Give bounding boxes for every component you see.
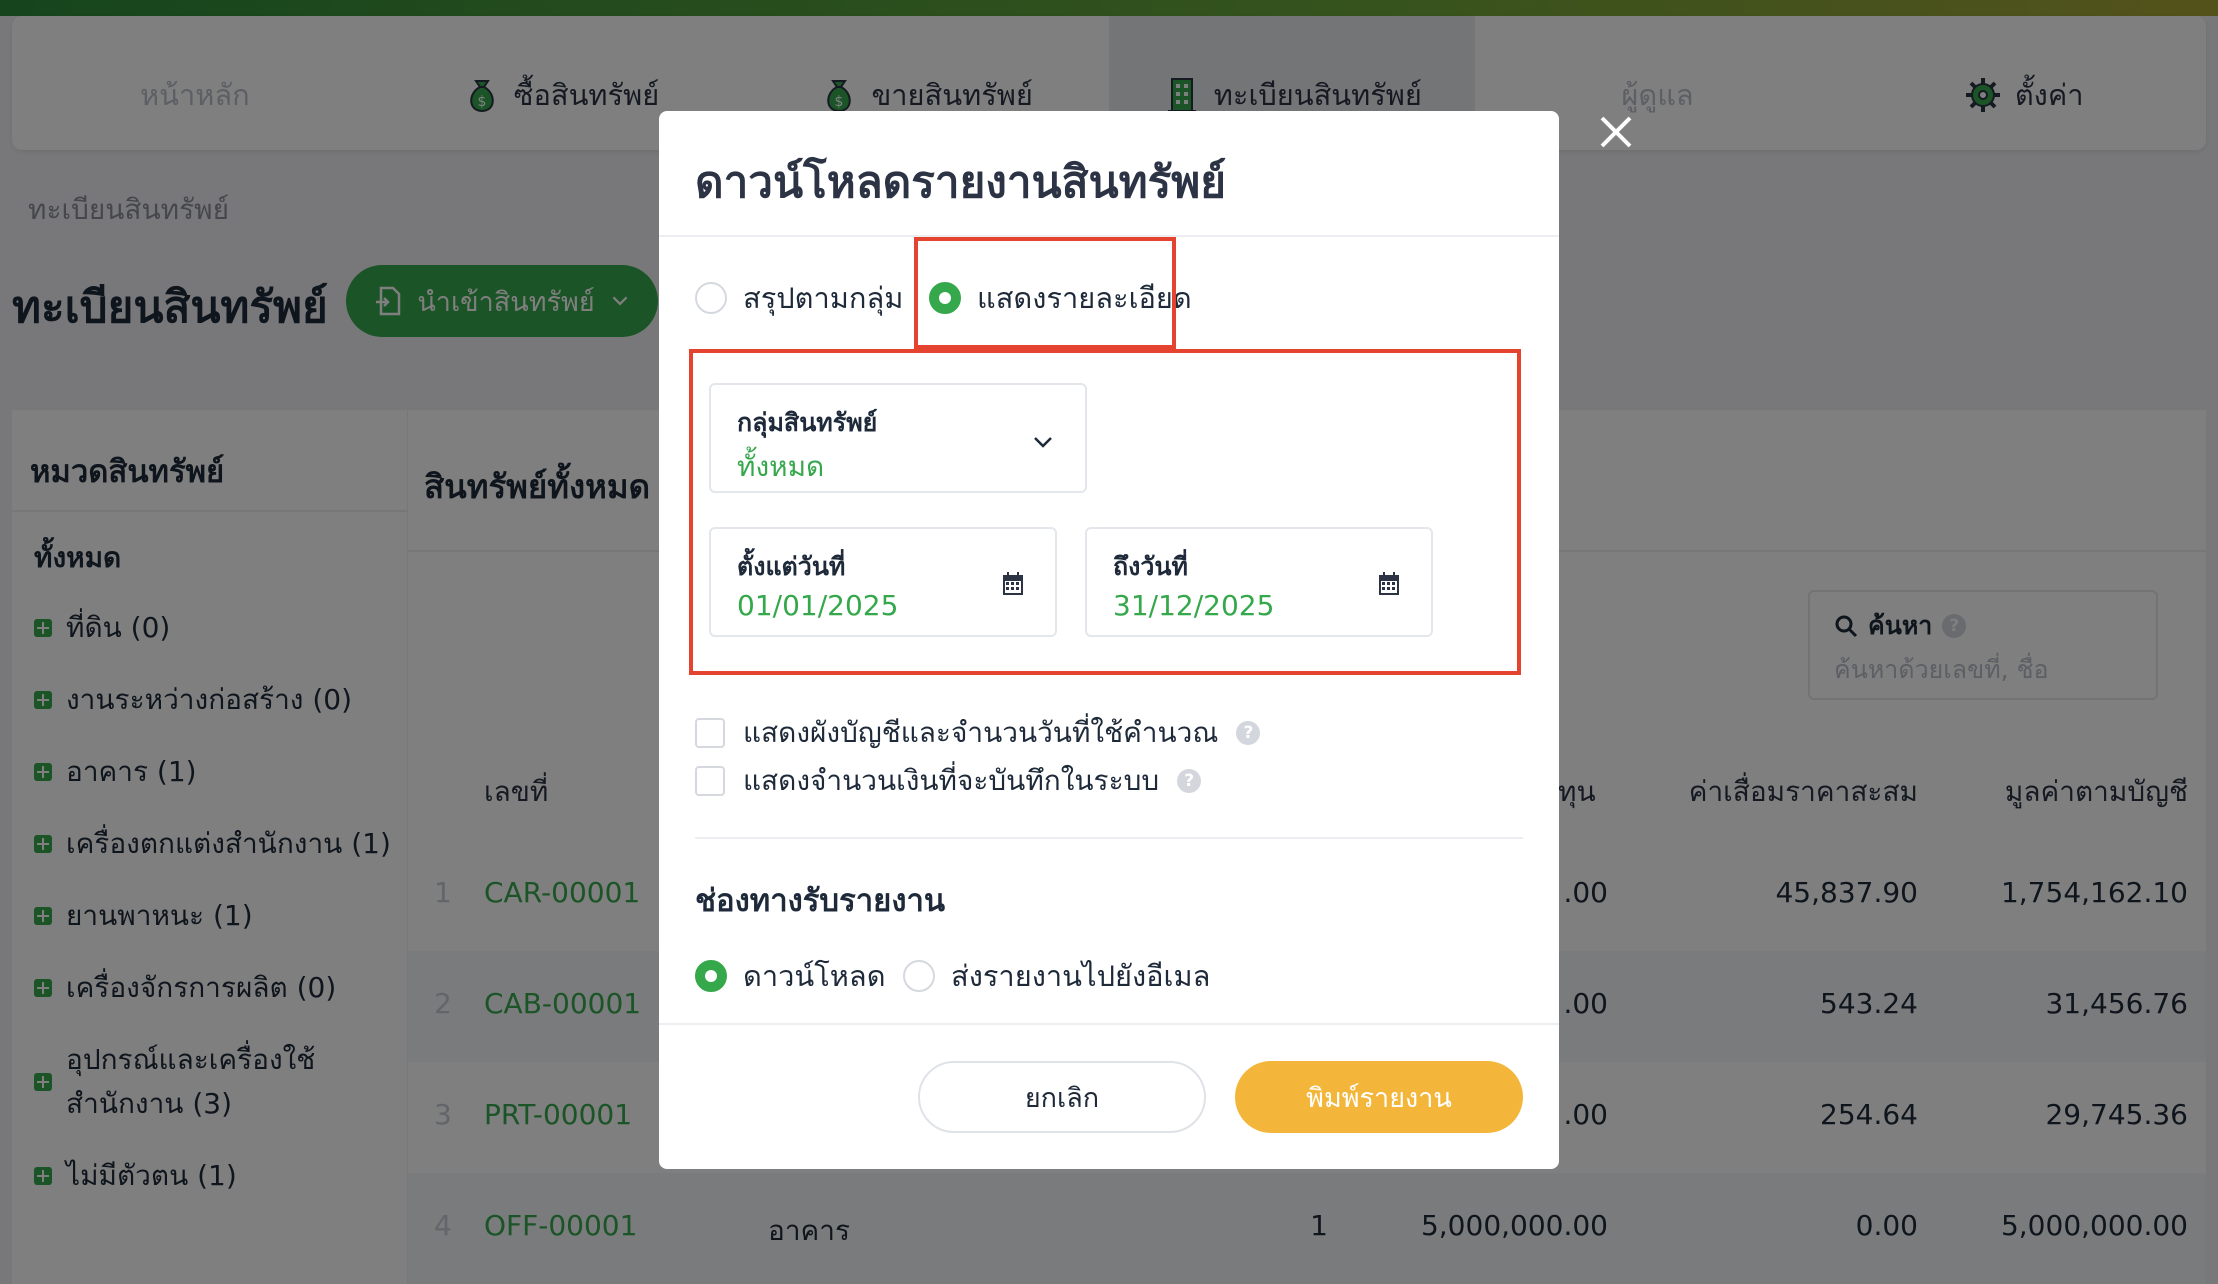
dialog-title: ดาวน์โหลดรายงานสินทรัพย์ [695, 157, 1226, 208]
radio-circle [695, 960, 727, 992]
radio-label: ดาวน์โหลด [743, 959, 886, 993]
divider [695, 837, 1523, 839]
field-value: ทั้งหมด [737, 450, 825, 483]
divider [659, 1023, 1559, 1025]
cancel-button[interactable]: ยกเลิก [918, 1061, 1206, 1133]
checkbox[interactable] [695, 766, 725, 796]
field-value: 31/12/2025 [1113, 589, 1275, 622]
checkbox-label: แสดงจำนวนเงินที่จะบันทึกในระบบ [743, 764, 1160, 797]
radio-label: สรุปตามกลุ่ม [743, 281, 904, 315]
close-icon[interactable] [1596, 112, 1636, 152]
field-value: 01/01/2025 [737, 589, 899, 622]
radio-circle [903, 960, 935, 992]
radio-download[interactable]: ดาวน์โหลด [695, 953, 886, 999]
date-from-field[interactable]: ตั้งแต่วันที่ 01/01/2025 [709, 527, 1057, 637]
checkbox-show-amount[interactable]: แสดงจำนวนเงินที่จะบันทึกในระบบ ? [695, 759, 1202, 803]
checkbox-label: แสดงผังบัญชีและจำนวนวันที่ใช้คำนวณ [743, 716, 1219, 749]
report-channel-title: ช่องทางรับรายงาน [695, 883, 946, 919]
download-report-dialog: ดาวน์โหลดรายงานสินทรัพย์ สรุปตามกลุ่ม แส… [659, 111, 1559, 1169]
print-report-button[interactable]: พิมพ์รายงาน [1235, 1061, 1523, 1133]
field-label: ถึงวันที่ [1113, 552, 1188, 581]
asset-group-select[interactable]: กลุ่มสินทรัพย์ ทั้งหมด [709, 383, 1087, 493]
help-icon[interactable]: ? [1177, 769, 1202, 793]
field-label: กลุ่มสินทรัพย์ [737, 408, 878, 437]
checkbox-show-chart-of-accounts[interactable]: แสดงผังบัญชีและจำนวนวันที่ใช้คำนวณ ? [695, 711, 1261, 755]
radio-circle [695, 282, 727, 314]
calendar-icon[interactable] [1377, 571, 1401, 597]
highlight-box [914, 237, 1176, 349]
radio-send-email[interactable]: ส่งรายงานไปยังอีเมล [903, 953, 1210, 999]
radio-label: ส่งรายงานไปยังอีเมล [951, 959, 1211, 993]
field-label: ตั้งแต่วันที่ [737, 552, 846, 581]
radio-summary-by-group[interactable]: สรุปตามกลุ่ม [695, 275, 903, 321]
chevron-down-icon [1034, 437, 1052, 448]
date-to-field[interactable]: ถึงวันที่ 31/12/2025 [1085, 527, 1433, 637]
calendar-icon[interactable] [1001, 571, 1025, 597]
checkbox[interactable] [695, 718, 725, 748]
help-icon[interactable]: ? [1236, 721, 1261, 745]
